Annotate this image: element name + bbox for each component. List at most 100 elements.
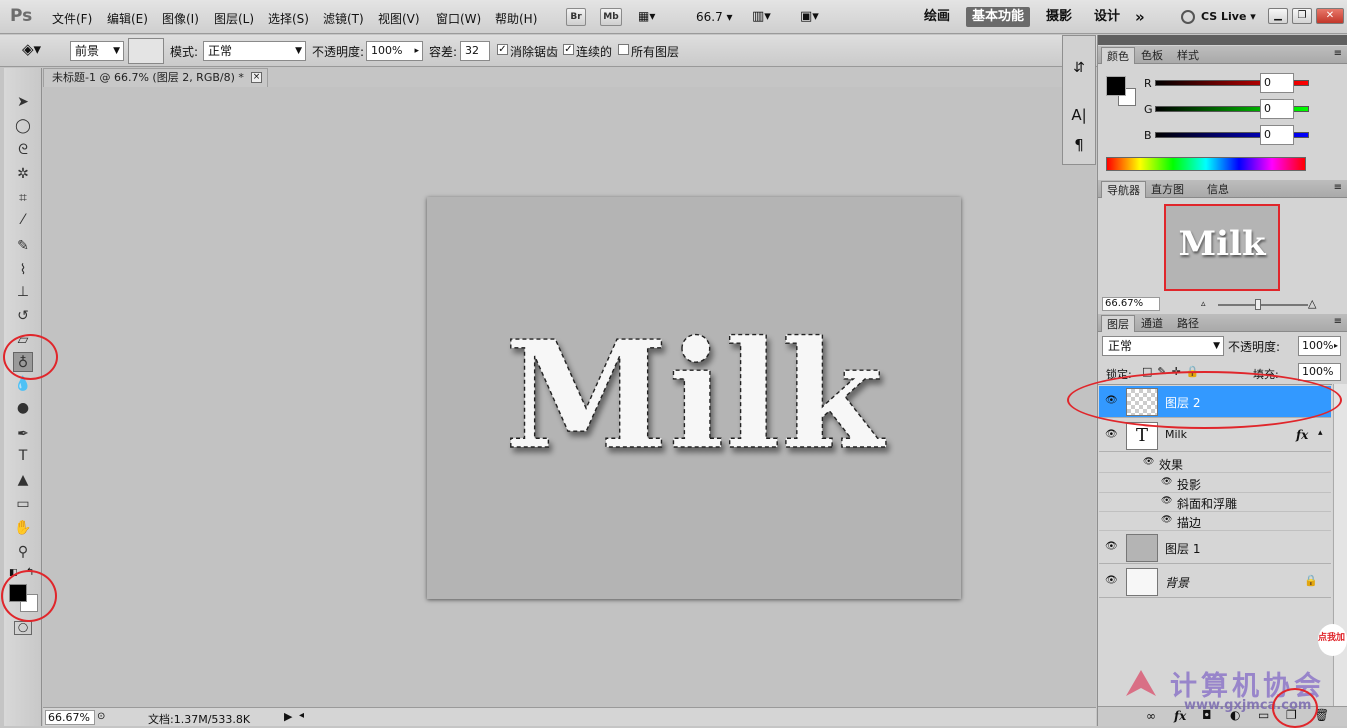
navigator-zoom-thumb[interactable] (1255, 299, 1261, 310)
link-layers-icon[interactable]: ∞ (1146, 709, 1156, 723)
visibility-eye-icon[interactable]: 👁 (1161, 477, 1172, 487)
fill-input[interactable]: 100% (1298, 363, 1341, 381)
workspace-design[interactable]: 设计 (1088, 7, 1126, 27)
path-select-tool-icon[interactable]: ▲ (13, 470, 33, 490)
document-canvas[interactable]: Milk (427, 197, 961, 599)
r-value[interactable]: 0 (1260, 73, 1294, 93)
tab-histogram[interactable]: 直方图 (1146, 181, 1189, 198)
healing-brush-tool-icon[interactable]: ✎ (13, 236, 33, 256)
tab-channels[interactable]: 通道 (1136, 315, 1168, 332)
paragraph-panel-icon[interactable]: ¶ (1066, 136, 1092, 160)
b-value[interactable]: 0 (1260, 125, 1294, 145)
panel-menu-icon[interactable]: ≡ (1334, 182, 1342, 193)
dock-title-bar[interactable] (1098, 35, 1347, 45)
antialias-checkbox[interactable]: ✓ (497, 44, 508, 55)
eyedropper-tool-icon[interactable]: ⁄ (13, 210, 33, 230)
color-spectrum-bar[interactable] (1106, 157, 1306, 171)
marquee-tool-icon[interactable]: ◯ (13, 116, 33, 136)
layer-opacity-input[interactable]: 100% ▸ (1298, 336, 1341, 356)
shape-tool-icon[interactable]: ▭ (13, 494, 33, 514)
panel-menu-icon[interactable]: ≡ (1334, 316, 1342, 327)
visibility-eye-icon[interactable]: 👁 (1105, 542, 1118, 552)
tab-navigator[interactable]: 导航器 (1101, 181, 1146, 198)
contiguous-checkbox[interactable]: ✓ (563, 44, 574, 55)
move-tool-icon[interactable]: ➤ (13, 92, 33, 112)
menu-filter[interactable]: 滤镜(T) (323, 10, 364, 27)
more-workspaces-icon[interactable]: » (1135, 8, 1145, 26)
g-value[interactable]: 0 (1260, 99, 1294, 119)
all-layers-checkbox[interactable] (618, 44, 629, 55)
tab-color[interactable]: 颜色 (1101, 47, 1135, 64)
tolerance-input[interactable]: 32 (460, 41, 490, 61)
scroll-left-icon[interactable]: ◂ (299, 710, 304, 721)
menu-window[interactable]: 窗口(W) (436, 10, 481, 27)
dodge-tool-icon[interactable]: ● (13, 398, 33, 418)
mini-bridge-button[interactable]: Mb (600, 8, 622, 26)
workspace-painting[interactable]: 绘画 (918, 7, 956, 27)
visibility-eye-icon[interactable]: 👁 (1143, 457, 1154, 467)
workspace-photography[interactable]: 摄影 (1040, 7, 1078, 27)
tab-layers[interactable]: 图层 (1101, 315, 1135, 332)
visibility-eye-icon[interactable]: 👁 (1161, 496, 1172, 506)
fill-source-select[interactable]: 前景 ▼ (70, 41, 124, 61)
menu-image[interactable]: 图像(I) (162, 10, 199, 27)
visibility-eye-icon[interactable]: 👁 (1161, 515, 1172, 525)
arrange-documents-icon[interactable]: ▥▾ (752, 9, 771, 24)
layers-scrollbar[interactable] (1333, 384, 1347, 706)
layer-row-layer1[interactable]: 👁 图层 1 (1099, 532, 1331, 564)
cslive-menu[interactable]: CS Live ▾ (1201, 10, 1256, 23)
blend-mode-select[interactable]: 正常 ▼ (1102, 336, 1224, 356)
screen-mode-icon[interactable]: ▣▾ (800, 9, 819, 24)
paint-bucket-preset-icon[interactable]: ◈▾ (22, 40, 52, 62)
history-brush-tool-icon[interactable]: ↺ (13, 306, 33, 326)
visibility-eye-icon[interactable]: 👁 (1105, 576, 1118, 586)
effect-row-bevel-emboss[interactable]: 👁 斜面和浮雕 (1099, 493, 1331, 512)
hand-tool-icon[interactable]: ✋ (13, 518, 33, 538)
minimize-button[interactable]: ▁ (1268, 8, 1288, 24)
opacity-input[interactable]: 100% ▸ (366, 41, 423, 61)
cslive-icon[interactable] (1181, 10, 1195, 24)
effect-row-drop-shadow[interactable]: 👁 投影 (1099, 474, 1331, 493)
layer-row-background[interactable]: 👁 背景 🔒 (1099, 566, 1331, 598)
crop-tool-icon[interactable]: ⌗ (13, 188, 33, 208)
status-menu-arrow-icon[interactable]: ▶ (284, 710, 292, 723)
bridge-button[interactable]: Br (566, 8, 586, 26)
close-button[interactable]: ✕ (1316, 8, 1344, 24)
character-panel-icon[interactable]: A| (1066, 106, 1092, 130)
navigator-zoom-input[interactable]: 66.67% (1102, 297, 1160, 311)
effects-row[interactable]: 👁 效果 (1099, 454, 1331, 473)
mode-select[interactable]: 正常 ▼ (203, 41, 306, 61)
tab-info[interactable]: 信息 (1202, 181, 1234, 198)
brush-tool-icon[interactable]: ⌇ (13, 260, 33, 280)
quick-mask-icon[interactable]: ◯ (14, 621, 32, 635)
visibility-eye-icon[interactable]: 👁 (1105, 430, 1118, 440)
history-panel-icon[interactable]: ⇵ (1066, 60, 1092, 84)
watermark-badge[interactable]: 点我加 (1318, 624, 1347, 656)
collapse-effects-icon[interactable]: ▴ (1318, 428, 1323, 438)
navigator-zoom-slider[interactable] (1218, 304, 1308, 306)
document-tab[interactable]: 未标题-1 @ 66.7% (图层 2, RGB/8) * (43, 68, 268, 87)
fx-badge[interactable]: fx (1296, 428, 1308, 442)
tab-paths[interactable]: 路径 (1172, 315, 1204, 332)
lasso-tool-icon[interactable]: ᘓ (13, 140, 33, 160)
clone-stamp-tool-icon[interactable]: ⊥ (13, 282, 33, 302)
panel-menu-icon[interactable]: ≡ (1334, 48, 1342, 59)
tab-swatches[interactable]: 色板 (1136, 47, 1168, 64)
tab-styles[interactable]: 样式 (1172, 47, 1204, 64)
color-fg-swatch[interactable] (1106, 76, 1126, 96)
effect-row-stroke[interactable]: 👁 描边 (1099, 512, 1331, 531)
close-document-icon[interactable]: × (251, 72, 262, 83)
status-zoom[interactable]: 66.67% (45, 710, 95, 725)
type-tool-icon[interactable]: T (13, 446, 33, 466)
zoom-out-icon[interactable]: ▵ (1201, 299, 1206, 309)
menu-layer[interactable]: 图层(L) (214, 10, 254, 27)
view-extras-icon[interactable]: ▦▾ (638, 9, 666, 25)
menu-view[interactable]: 视图(V) (378, 10, 420, 27)
quick-select-tool-icon[interactable]: ✲ (13, 164, 33, 184)
zoom-tool-icon[interactable]: ⚲ (13, 542, 33, 562)
menu-select[interactable]: 选择(S) (268, 10, 309, 27)
workspace-essentials[interactable]: 基本功能 (966, 7, 1031, 27)
pattern-picker[interactable] (128, 38, 164, 64)
menu-help[interactable]: 帮助(H) (495, 10, 537, 27)
navigator-preview[interactable]: Milk (1164, 204, 1280, 291)
